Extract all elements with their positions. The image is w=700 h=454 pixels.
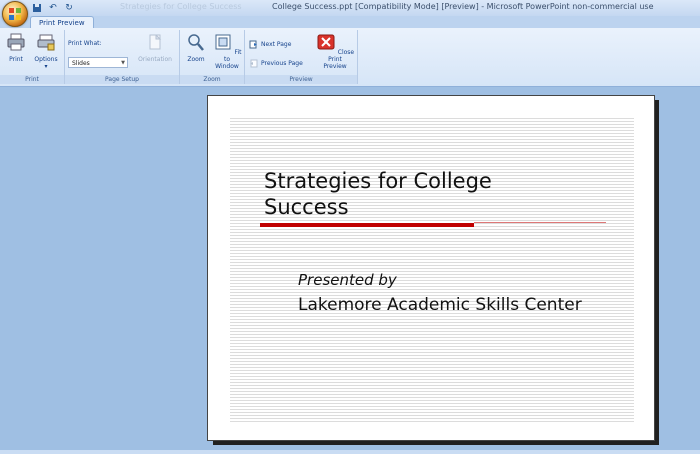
window-title: College Success.ppt [Compatibility Mode]…	[272, 2, 654, 11]
print-button[interactable]: Print	[5, 32, 27, 63]
magnifier-icon	[188, 34, 204, 51]
slide-title: Strategies for College Success	[264, 168, 594, 220]
chevron-down-icon: ▼	[121, 60, 125, 66]
undo-icon[interactable]: ↶	[48, 3, 58, 13]
previous-page-label: Previous Page	[261, 60, 303, 67]
zoom-button[interactable]: Zoom	[184, 32, 208, 63]
slide-title-line2: Success	[264, 195, 349, 219]
title-underline-thin	[474, 222, 606, 223]
orientation-button[interactable]: Orientation	[133, 32, 177, 63]
close-icon	[317, 34, 335, 50]
preview-group-label: Preview	[245, 75, 357, 84]
fit-window-icon	[215, 34, 231, 50]
print-what-select[interactable]: Slides ▼	[68, 57, 128, 68]
title-underline-bar	[260, 223, 474, 227]
print-what-label: Print What:	[68, 40, 102, 47]
orientation-button-label: Orientation	[138, 56, 172, 63]
print-button-label: Print	[9, 56, 23, 63]
title-bar: ↶ ↻ Strategies for College Success Colle…	[0, 0, 700, 27]
office-button[interactable]	[2, 1, 28, 27]
fit-to-window-button[interactable]: Fit to Window	[211, 32, 243, 70]
options-button-label: Options	[34, 56, 58, 63]
options-printer-icon	[37, 34, 55, 51]
redo-icon[interactable]: ↻	[64, 3, 74, 13]
print-what-value: Slides	[72, 60, 90, 67]
slide-line-pattern	[230, 116, 634, 422]
status-bar	[0, 450, 700, 454]
quick-access-toolbar: ↶ ↻	[32, 1, 74, 15]
options-button[interactable]: Options ▾	[31, 32, 61, 70]
preview-group: Next Page Previous Page Close Print Prev…	[245, 30, 358, 84]
page-setup-group: Print What: Slides ▼ Orientation Page Se…	[65, 30, 180, 84]
ribbon: Print Options ▾ Print Print What: Slides…	[0, 28, 700, 87]
slide-title-line1: Strategies for College	[264, 169, 492, 193]
zoom-button-label: Zoom	[187, 56, 205, 63]
orientation-icon	[149, 34, 162, 50]
next-page-label: Next Page	[261, 41, 292, 48]
close-print-preview-line2: Preview	[323, 63, 347, 70]
previous-page-button[interactable]: Previous Page	[249, 59, 303, 68]
office-logo-icon	[9, 8, 21, 20]
dropdown-arrow-icon: ▾	[44, 63, 48, 70]
previous-page-icon	[250, 59, 258, 68]
ribbon-tab-strip: Print Preview	[0, 16, 700, 29]
save-icon[interactable]	[32, 3, 42, 13]
organization-name: Lakemore Academic Skills Center	[298, 295, 582, 315]
slide-page: Strategies for College Success Presented…	[207, 95, 655, 441]
next-page-icon	[249, 40, 257, 49]
zoom-group: Zoom Fit to Window Zoom	[180, 30, 245, 84]
page-setup-group-label: Page Setup	[65, 75, 179, 84]
presented-by-text: Presented by	[298, 271, 397, 289]
printer-icon	[7, 33, 25, 51]
print-group: Print Options ▾ Print	[0, 30, 65, 84]
next-page-button[interactable]: Next Page	[249, 40, 291, 49]
fit-to-window-line2: Window	[215, 63, 239, 70]
zoom-group-label: Zoom	[180, 75, 244, 84]
print-group-label: Print	[0, 75, 64, 84]
close-print-preview-button[interactable]: Close Print Preview	[315, 32, 355, 70]
ghost-document-tab: Strategies for College Success	[120, 2, 242, 11]
